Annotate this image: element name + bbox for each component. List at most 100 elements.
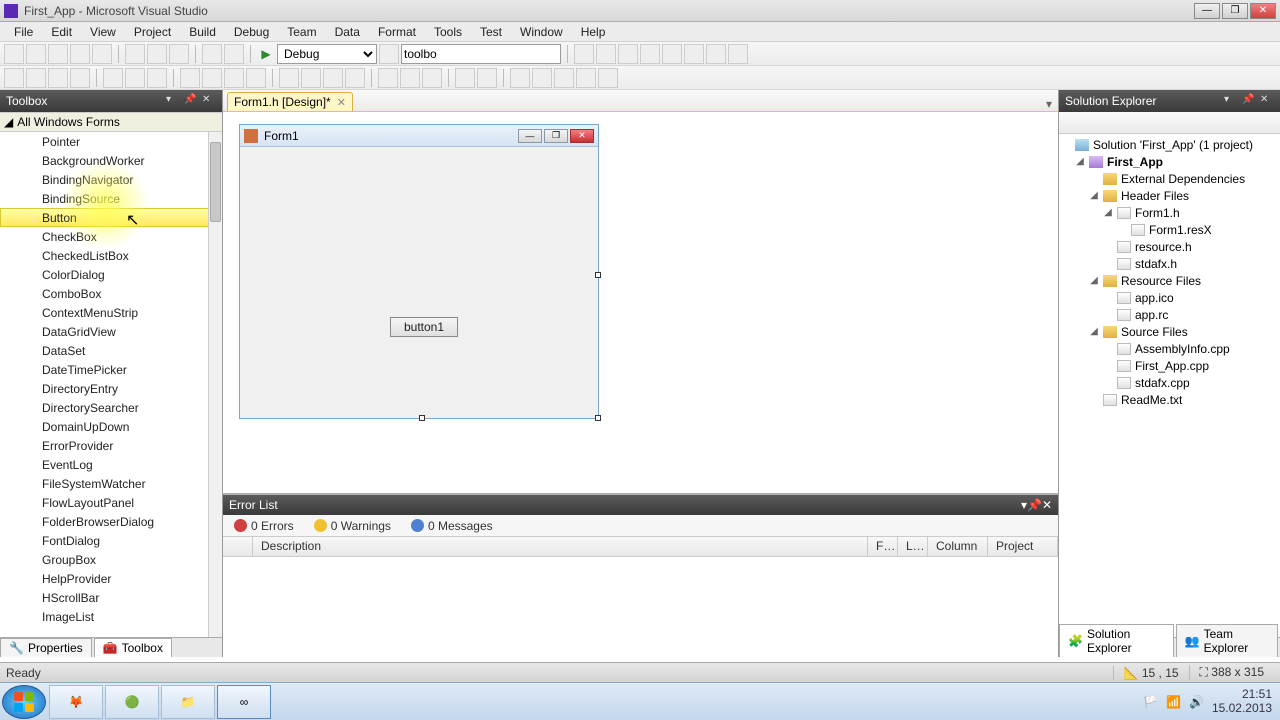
close-tab-icon[interactable]: ✕ <box>337 96 346 109</box>
toolbox-item-folderbrowserdialog[interactable]: FolderBrowserDialog <box>0 512 222 531</box>
taskbar-app-chrome[interactable]: 🟢 <box>105 685 159 719</box>
resize-handle-se[interactable] <box>595 415 601 421</box>
menu-view[interactable]: View <box>82 23 124 41</box>
close-icon[interactable]: ✕ <box>1260 94 1274 108</box>
toolbar-button[interactable] <box>728 44 748 64</box>
tree-stdafx-cpp[interactable]: stdafx.cpp <box>1061 374 1278 391</box>
scrollbar[interactable] <box>208 132 222 637</box>
system-tray[interactable]: 🏳️ 📶 🔊 21:51 15.02.2013 <box>1135 688 1280 714</box>
align-button[interactable] <box>147 68 167 88</box>
toolbox-item-checkedlistbox[interactable]: CheckedListBox <box>0 246 222 265</box>
tab-order-button[interactable] <box>510 68 530 88</box>
menu-window[interactable]: Window <box>512 23 571 41</box>
tree-firstapp-cpp[interactable]: First_App.cpp <box>1061 357 1278 374</box>
center-button[interactable] <box>378 68 398 88</box>
align-button[interactable] <box>26 68 46 88</box>
tab-solution-explorer[interactable]: 🧩Solution Explorer <box>1059 624 1174 657</box>
panel-dropdown-icon[interactable]: ▾ <box>1224 94 1238 108</box>
toolbar-button[interactable] <box>662 44 682 64</box>
pin-icon[interactable]: 📌 <box>1242 94 1256 108</box>
col-project[interactable]: Project <box>988 537 1058 556</box>
menu-tools[interactable]: Tools <box>426 23 470 41</box>
menu-file[interactable]: File <box>6 23 41 41</box>
col-description[interactable]: Description <box>253 537 868 556</box>
menu-help[interactable]: Help <box>573 23 614 41</box>
toolbox-item-contextmenustrip[interactable]: ContextMenuStrip <box>0 303 222 322</box>
designer-form[interactable]: Form1 — ❐ ✕ button1 <box>239 124 599 419</box>
toolbox-item-groupbox[interactable]: GroupBox <box>0 550 222 569</box>
undo-button[interactable] <box>202 44 222 64</box>
form-client-area[interactable]: button1 <box>240 147 598 418</box>
resize-handle-s[interactable] <box>419 415 425 421</box>
tree-stdafx-h[interactable]: stdafx.h <box>1061 255 1278 272</box>
tree-app-ico[interactable]: app.ico <box>1061 289 1278 306</box>
designer-button1[interactable]: button1 <box>390 317 458 337</box>
filter-messages[interactable]: 0 Messages <box>406 517 498 535</box>
taskbar-app-explorer[interactable]: 📁 <box>161 685 215 719</box>
start-debug-button[interactable]: ▶ <box>257 45 275 63</box>
align-button[interactable] <box>70 68 90 88</box>
redo-button[interactable] <box>224 44 244 64</box>
filter-errors[interactable]: 0 Errors <box>229 517 299 535</box>
quick-find-input[interactable] <box>401 44 561 64</box>
order-button[interactable] <box>455 68 475 88</box>
spacing-button[interactable] <box>224 68 244 88</box>
tab-order-button[interactable] <box>532 68 552 88</box>
toolbox-item-directorysearcher[interactable]: DirectorySearcher <box>0 398 222 417</box>
new-project-button[interactable] <box>4 44 24 64</box>
menu-project[interactable]: Project <box>126 23 179 41</box>
tab-team-explorer[interactable]: 👥Team Explorer <box>1176 624 1278 657</box>
pin-icon[interactable]: 📌 <box>184 94 198 108</box>
spacing-button[interactable] <box>180 68 200 88</box>
toolbar-button[interactable] <box>574 44 594 64</box>
toolbox-item-domainupdown[interactable]: DomainUpDown <box>0 417 222 436</box>
toolbox-item-eventlog[interactable]: EventLog <box>0 455 222 474</box>
menu-format[interactable]: Format <box>370 23 424 41</box>
align-button[interactable] <box>48 68 68 88</box>
col-column[interactable]: Column <box>928 537 988 556</box>
save-all-button[interactable] <box>92 44 112 64</box>
spacing-button[interactable] <box>279 68 299 88</box>
toolbox-item-directoryentry[interactable]: DirectoryEntry <box>0 379 222 398</box>
col-line[interactable]: L… <box>898 537 928 556</box>
menu-build[interactable]: Build <box>181 23 224 41</box>
tree-assemblyinfo-cpp[interactable]: AssemblyInfo.cpp <box>1061 340 1278 357</box>
toolbox-group-header[interactable]: ◢ All Windows Forms <box>0 112 222 132</box>
toolbox-item-dataset[interactable]: DataSet <box>0 341 222 360</box>
tab-order-button[interactable] <box>576 68 596 88</box>
tree-resource-h[interactable]: resource.h <box>1061 238 1278 255</box>
toolbar-button[interactable] <box>706 44 726 64</box>
maximize-button[interactable]: ❐ <box>1222 3 1248 19</box>
tree-solution-root[interactable]: Solution 'First_App' (1 project) <box>1061 136 1278 153</box>
tree-form1-h[interactable]: ◢Form1.h <box>1061 204 1278 221</box>
taskbar-app-firefox[interactable]: 🦊 <box>49 685 103 719</box>
toolbox-item-errorprovider[interactable]: ErrorProvider <box>0 436 222 455</box>
tab-properties[interactable]: 🔧Properties <box>0 638 92 657</box>
toolbox-item-imagelist[interactable]: ImageList <box>0 607 222 626</box>
document-tab-form1[interactable]: Form1.h [Design]* ✕ <box>227 92 353 111</box>
toolbox-item-button[interactable]: Button <box>0 208 222 227</box>
menu-team[interactable]: Team <box>279 23 324 41</box>
toolbar-button[interactable] <box>640 44 660 64</box>
tray-flag-icon[interactable]: 🏳️ <box>1143 695 1158 709</box>
tray-network-icon[interactable]: 📶 <box>1166 695 1181 709</box>
add-item-button[interactable] <box>26 44 46 64</box>
spacing-button[interactable] <box>202 68 222 88</box>
menu-test[interactable]: Test <box>472 23 510 41</box>
toolbar-button[interactable] <box>596 44 616 64</box>
panel-dropdown-icon[interactable]: ▾ <box>166 94 180 108</box>
configuration-select[interactable]: Debug <box>277 44 377 64</box>
toolbox-item-combobox[interactable]: ComboBox <box>0 284 222 303</box>
toolbox-item-bindingnavigator[interactable]: BindingNavigator <box>0 170 222 189</box>
tree-source-files[interactable]: ◢Source Files <box>1061 323 1278 340</box>
copy-button[interactable] <box>147 44 167 64</box>
tab-toolbox[interactable]: 🧰Toolbox <box>94 638 172 657</box>
toolbar-button[interactable] <box>618 44 638 64</box>
form-designer[interactable]: Form1 — ❐ ✕ button1 <box>223 112 1058 493</box>
pin-icon[interactable]: 📌 <box>1027 498 1042 512</box>
toolbox-item-backgroundworker[interactable]: BackgroundWorker <box>0 151 222 170</box>
minimize-button[interactable]: — <box>1194 3 1220 19</box>
tree-readme[interactable]: ReadMe.txt <box>1061 391 1278 408</box>
align-button[interactable] <box>4 68 24 88</box>
tree-external-deps[interactable]: External Dependencies <box>1061 170 1278 187</box>
